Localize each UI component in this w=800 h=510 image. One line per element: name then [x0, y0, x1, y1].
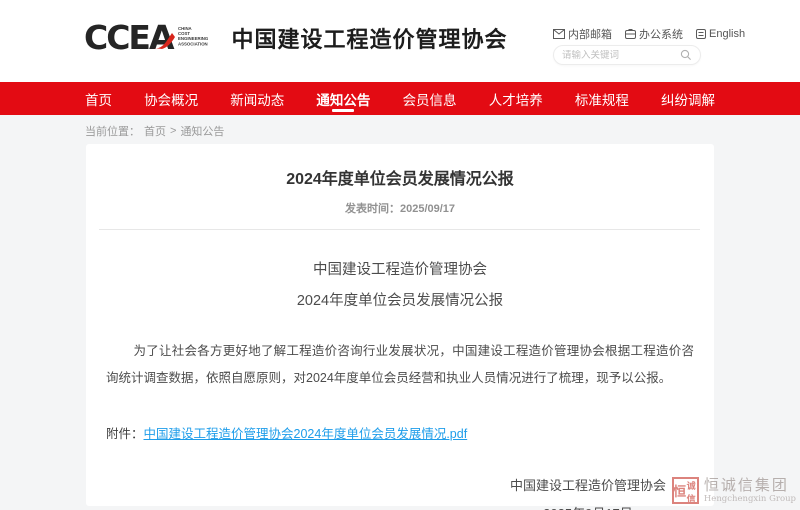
- site-header: CCEA CHINA COST ENGINEERING ASSOCIATION …: [0, 0, 800, 82]
- nav-item-training[interactable]: 人才培养: [489, 82, 543, 115]
- logo-subtitle: CHINA COST ENGINEERING ASSOCIATION: [178, 27, 208, 48]
- office-icon: [625, 29, 636, 39]
- nav-items: 首页 协会概况 新闻动态 通知公告 会员信息 人才培养 标准规程 纠纷调解: [85, 82, 715, 115]
- nav-item-mediation[interactable]: 纠纷调解: [661, 82, 715, 115]
- nav-item-members[interactable]: 会员信息: [403, 82, 457, 115]
- internal-mail-link[interactable]: 内部邮箱: [553, 26, 612, 42]
- attachment-label: 附件：: [106, 427, 144, 441]
- document-heading-line2: 2024年度单位会员发展情况公报: [86, 286, 714, 317]
- nav-item-notices[interactable]: 通知公告: [316, 82, 370, 115]
- search-box: [553, 45, 701, 65]
- breadcrumb-home-link[interactable]: 首页: [144, 123, 166, 139]
- org-name-title: 中国建设工程造价管理协会: [232, 22, 508, 54]
- nav-item-label: 人才培养: [489, 89, 543, 109]
- main-navbar: 首页 协会概况 新闻动态 通知公告 会员信息 人才培养 标准规程 纠纷调解: [0, 82, 800, 115]
- article-title: 2024年度单位会员发展情况公报: [86, 165, 714, 189]
- signature-block: 中国建设工程造价管理协会 2025年9月17日: [86, 475, 714, 510]
- watermark-name-cn: 恒诚信集团: [704, 477, 796, 494]
- nav-item-about[interactable]: 协会概况: [144, 82, 198, 115]
- nav-item-label: 标准规程: [575, 89, 629, 109]
- office-system-link[interactable]: 办公系统: [625, 26, 683, 42]
- nav-item-label: 纠纷调解: [661, 89, 715, 109]
- mail-icon: [553, 29, 565, 39]
- nav-item-standards[interactable]: 标准规程: [575, 82, 629, 115]
- ccea-logo: CCEA: [84, 21, 173, 54]
- nav-item-label: 首页: [85, 89, 112, 109]
- title-divider: [99, 229, 700, 230]
- document-heading-line1: 中国建设工程造价管理协会: [86, 255, 714, 286]
- quick-link-label: English: [709, 28, 745, 40]
- attachment-pdf-link[interactable]: 中国建设工程造价管理协会2024年度单位会员发展情况.pdf: [144, 427, 468, 441]
- article-paragraph: 为了让社会各方更好地了解工程造价咨询行业发展状况，中国建设工程造价管理协会根据工…: [106, 338, 694, 392]
- nav-item-home[interactable]: 首页: [85, 82, 112, 115]
- nav-item-label: 新闻动态: [230, 89, 284, 109]
- article-card: 2024年度单位会员发展情况公报 发表时间：2025/09/17 中国建设工程造…: [86, 144, 714, 506]
- english-icon: [696, 29, 706, 39]
- search-input[interactable]: [562, 50, 680, 61]
- breadcrumb-separator: >: [170, 125, 176, 137]
- nav-item-news[interactable]: 新闻动态: [230, 82, 284, 115]
- nav-item-label: 协会概况: [144, 89, 198, 109]
- breadcrumb-current-link[interactable]: 通知公告: [180, 123, 224, 139]
- publish-time-value: 2025/09/17: [400, 203, 455, 215]
- nav-item-label: 通知公告: [316, 89, 370, 109]
- english-link[interactable]: English: [696, 28, 745, 40]
- quick-link-label: 内部邮箱: [568, 26, 612, 42]
- publish-time-label: 发表时间：: [345, 203, 400, 215]
- attachment-row: 附件：中国建设工程造价管理协会2024年度单位会员发展情况.pdf: [106, 423, 714, 442]
- quick-link-label: 办公系统: [639, 26, 683, 42]
- logo-swoosh-icon: [152, 32, 176, 52]
- breadcrumb: 当前位置： 首页 > 通知公告: [85, 123, 224, 139]
- site-logo[interactable]: CCEA CHINA COST ENGINEERING ASSOCIATION …: [84, 21, 508, 54]
- signature-date: 2025年9月17日: [510, 503, 666, 510]
- signature-org: 中国建设工程造价管理协会: [510, 475, 666, 494]
- document-heading: 中国建设工程造价管理协会 2024年度单位会员发展情况公报: [86, 255, 714, 317]
- nav-item-label: 会员信息: [403, 89, 457, 109]
- watermark-name-en: Hengchengxin Group: [704, 494, 796, 504]
- breadcrumb-prefix: 当前位置：: [85, 123, 140, 139]
- article-meta: 发表时间：2025/09/17: [86, 200, 714, 216]
- logo-sub-line: ASSOCIATION: [178, 43, 208, 48]
- search-icon[interactable]: [680, 49, 692, 61]
- active-nav-underline: [332, 109, 354, 112]
- quick-links: 内部邮箱 办公系统 English: [553, 26, 745, 42]
